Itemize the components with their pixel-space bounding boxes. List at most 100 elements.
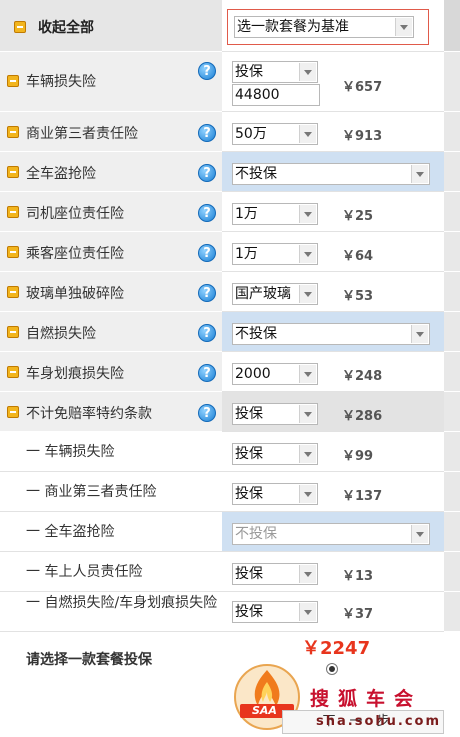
sub-coverage-select[interactable]: 不投保 — [232, 523, 430, 545]
chevron-down-icon — [299, 365, 316, 383]
chevron-down-icon — [299, 603, 316, 621]
coverage-select-value: 1万 — [235, 206, 258, 222]
row-edge — [444, 432, 460, 472]
coverage-row: 玻璃单独破碎险 ? 国产玻璃 ￥53 — [0, 272, 460, 312]
package-prompt: 请选择一款套餐投保 — [26, 652, 152, 668]
collapse-icon[interactable] — [7, 366, 19, 378]
coverage-label: 商业第三者责任险 — [26, 126, 138, 142]
coverage-select[interactable]: 2000 — [232, 363, 318, 385]
help-icon[interactable]: ? — [198, 404, 216, 422]
coverage-select[interactable]: 50万 — [232, 123, 318, 145]
collapse-icon[interactable] — [7, 286, 19, 298]
coverage-label: 自燃损失险 — [26, 326, 96, 342]
row-edge — [444, 232, 460, 272]
premium-price: ￥657 — [342, 80, 383, 95]
premium-price: ￥64 — [342, 249, 374, 264]
package-radio[interactable] — [326, 663, 338, 675]
collapse-icon[interactable] — [7, 206, 19, 218]
coverage-select[interactable]: 投保 — [232, 403, 318, 425]
coverage-row: 商业第三者责任险 ? 50万 ￥913 — [0, 112, 460, 152]
premium-price: ￥913 — [342, 129, 383, 144]
header-edge — [444, 0, 460, 52]
package-select-value: 选一款套餐为基准 — [237, 19, 349, 35]
coverage-select[interactable]: 1万 — [232, 243, 318, 265]
premium-price: ￥137 — [342, 489, 383, 504]
help-icon[interactable]: ? — [198, 164, 216, 182]
total-price: ￥2247 — [302, 638, 371, 659]
collapse-icon[interactable] — [14, 21, 26, 33]
sub-coverage-row: 一 车上人员责任险 投保 ￥13 — [0, 552, 460, 592]
premium-price: ￥53 — [342, 289, 374, 304]
premium-price: ￥13 — [342, 569, 374, 584]
package-select[interactable]: 选一款套餐为基准 — [234, 16, 414, 38]
coverage-select[interactable]: 投保 — [232, 61, 318, 83]
coverage-select-value: 50万 — [235, 126, 267, 142]
watermark-text: 搜狐车会 — [310, 688, 423, 710]
premium-price: ￥25 — [342, 209, 374, 224]
coverage-select-value: 2000 — [235, 366, 271, 382]
watermark-url: sha.sohu.com — [316, 714, 442, 729]
coverage-select[interactable]: 不投保 — [232, 323, 430, 345]
collapse-icon[interactable] — [7, 406, 19, 418]
premium-price: ￥248 — [342, 369, 383, 384]
coverage-select[interactable]: 1万 — [232, 203, 318, 225]
sub-coverage-row: 一 商业第三者责任险 投保 ￥137 — [0, 472, 460, 512]
sub-coverage-label: 一 商业第三者责任险 — [26, 484, 157, 500]
coverage-select-value: 不投保 — [235, 166, 277, 182]
collapse-icon[interactable] — [7, 75, 19, 87]
sub-coverage-label: 一 自燃损失险/车身划痕损失险 — [26, 595, 218, 611]
chevron-down-icon — [299, 205, 316, 223]
chevron-down-icon — [299, 125, 316, 143]
collapse-all-label[interactable]: 收起全部 — [38, 17, 94, 37]
collapse-icon[interactable] — [7, 246, 19, 258]
sub-coverage-row: 一 车辆损失险 投保 ￥99 — [0, 432, 460, 472]
row-edge — [444, 512, 460, 552]
row-edge — [444, 392, 460, 432]
radio-dot-icon — [329, 666, 335, 672]
coverage-label-cell: 自燃损失险 ? — [0, 312, 222, 352]
help-icon[interactable]: ? — [198, 62, 216, 80]
coverage-select-value: 国产玻璃 — [235, 286, 291, 302]
sub-coverage-label-cell: 一 全车盗抢险 — [0, 512, 222, 552]
insured-amount-input[interactable]: 44800 — [232, 84, 320, 106]
header-row: 收起全部 选一款套餐为基准 — [0, 0, 460, 52]
coverage-label-cell: 玻璃单独破碎险 ? — [0, 272, 222, 312]
sub-coverage-select[interactable]: 投保 — [232, 443, 318, 465]
help-icon[interactable]: ? — [198, 124, 216, 142]
footer-edge — [444, 632, 460, 737]
sub-coverage-row: 一 自燃损失险/车身划痕损失险 投保 ￥37 — [0, 592, 460, 632]
coverage-select[interactable]: 国产玻璃 — [232, 283, 318, 305]
coverage-row: 乘客座位责任险 ? 1万 ￥64 — [0, 232, 460, 272]
coverage-select-value: 1万 — [235, 246, 258, 262]
coverage-row: 全车盗抢险 ? 不投保 — [0, 152, 460, 192]
row-edge — [444, 592, 460, 632]
help-icon[interactable]: ? — [198, 284, 216, 302]
collapse-icon[interactable] — [7, 326, 19, 338]
sub-coverage-label: 一 全车盗抢险 — [26, 524, 115, 540]
row-edge — [444, 552, 460, 592]
collapse-icon[interactable] — [7, 126, 19, 138]
help-icon[interactable]: ? — [198, 204, 216, 222]
coverage-select[interactable]: 不投保 — [232, 163, 430, 185]
sub-coverage-select[interactable]: 投保 — [232, 483, 318, 505]
sub-coverage-label: 一 车辆损失险 — [26, 444, 115, 460]
row-edge — [444, 312, 460, 352]
row-edge — [444, 112, 460, 152]
sub-coverage-select[interactable]: 投保 — [232, 601, 318, 623]
sub-coverage-label-cell: 一 自燃损失险/车身划痕损失险 — [0, 592, 222, 632]
row-edge — [444, 52, 460, 112]
sub-coverage-label-cell: 一 商业第三者责任险 — [0, 472, 222, 512]
sub-coverage-select-value: 投保 — [235, 604, 263, 620]
help-icon[interactable]: ? — [198, 364, 216, 382]
help-icon[interactable]: ? — [198, 324, 216, 342]
sub-coverage-select[interactable]: 投保 — [232, 563, 318, 585]
collapse-icon[interactable] — [7, 166, 19, 178]
chevron-down-icon — [299, 445, 316, 463]
chevron-down-icon — [299, 285, 316, 303]
help-icon[interactable]: ? — [198, 244, 216, 262]
row-edge — [444, 352, 460, 392]
coverage-label-cell: 不计免赔率特约条款 ? — [0, 392, 222, 432]
chevron-down-icon — [395, 18, 412, 36]
sub-coverage-label: 一 车上人员责任险 — [26, 564, 143, 580]
chevron-down-icon — [411, 525, 428, 543]
